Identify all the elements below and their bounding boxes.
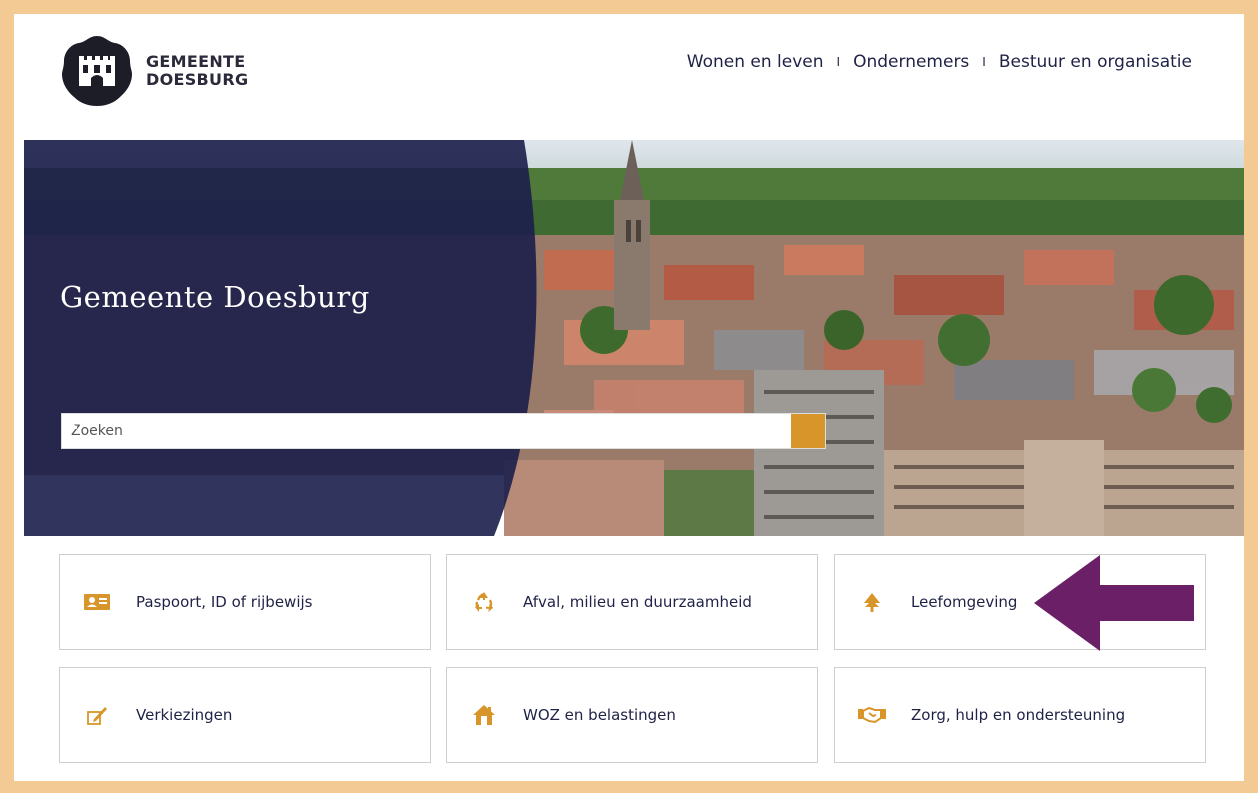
house-icon [469, 700, 499, 730]
handshake-icon [857, 700, 887, 730]
search-bar [61, 413, 826, 449]
search-input[interactable] [62, 414, 791, 448]
tree-icon [857, 587, 887, 617]
search-icon [63, 415, 78, 430]
tile-zorg[interactable]: Zorg, hulp en ondersteuning [834, 667, 1206, 763]
tile-label: Leefomgeving [911, 593, 1018, 611]
purple-arrow-icon [1034, 555, 1194, 651]
nav-bestuur-en-organisatie[interactable]: Bestuur en organisatie [999, 52, 1192, 72]
tile-label: WOZ en belastingen [523, 706, 676, 724]
hero-title: Gemeente Doesburg [60, 280, 370, 314]
brand-line-2: DOESBURG [146, 70, 249, 89]
page: GEMEENTE DOESBURG Wonen en leven I Onder… [14, 14, 1244, 781]
brand-line-1: GEMEENTE [146, 52, 246, 71]
tile-label: Verkiezingen [136, 706, 233, 724]
site-header: GEMEENTE DOESBURG Wonen en leven I Onder… [14, 14, 1244, 140]
nav-separator: I [982, 55, 986, 69]
id-card-icon [82, 587, 112, 617]
main-nav: Wonen en leven I Ondernemers I Bestuur e… [687, 52, 1192, 72]
recycle-icon [469, 587, 499, 617]
logo[interactable]: GEMEENTE DOESBURG [60, 34, 248, 108]
ballot-pencil-icon [82, 700, 112, 730]
castle-logo-icon [62, 36, 132, 106]
nav-wonen-en-leven[interactable]: Wonen en leven [687, 52, 824, 72]
nav-separator: I [836, 55, 841, 69]
tile-label: Paspoort, ID of rijbewijs [136, 593, 313, 611]
nav-ondernemers[interactable]: Ondernemers [853, 52, 969, 72]
tile-woz[interactable]: WOZ en belastingen [446, 667, 818, 763]
brand-name: GEMEENTE DOESBURG [146, 53, 248, 89]
tile-verkiezingen[interactable]: Verkiezingen [59, 667, 431, 763]
tile-label: Afval, milieu en duurzaamheid [523, 593, 752, 611]
tile-afval[interactable]: Afval, milieu en duurzaamheid [446, 554, 818, 650]
tile-label: Zorg, hulp en ondersteuning [911, 706, 1126, 724]
hero-banner: Gemeente Doesburg [24, 140, 1244, 536]
tile-paspoort[interactable]: Paspoort, ID of rijbewijs [59, 554, 431, 650]
search-button[interactable] [63, 414, 825, 448]
hero-photo [24, 140, 1244, 536]
